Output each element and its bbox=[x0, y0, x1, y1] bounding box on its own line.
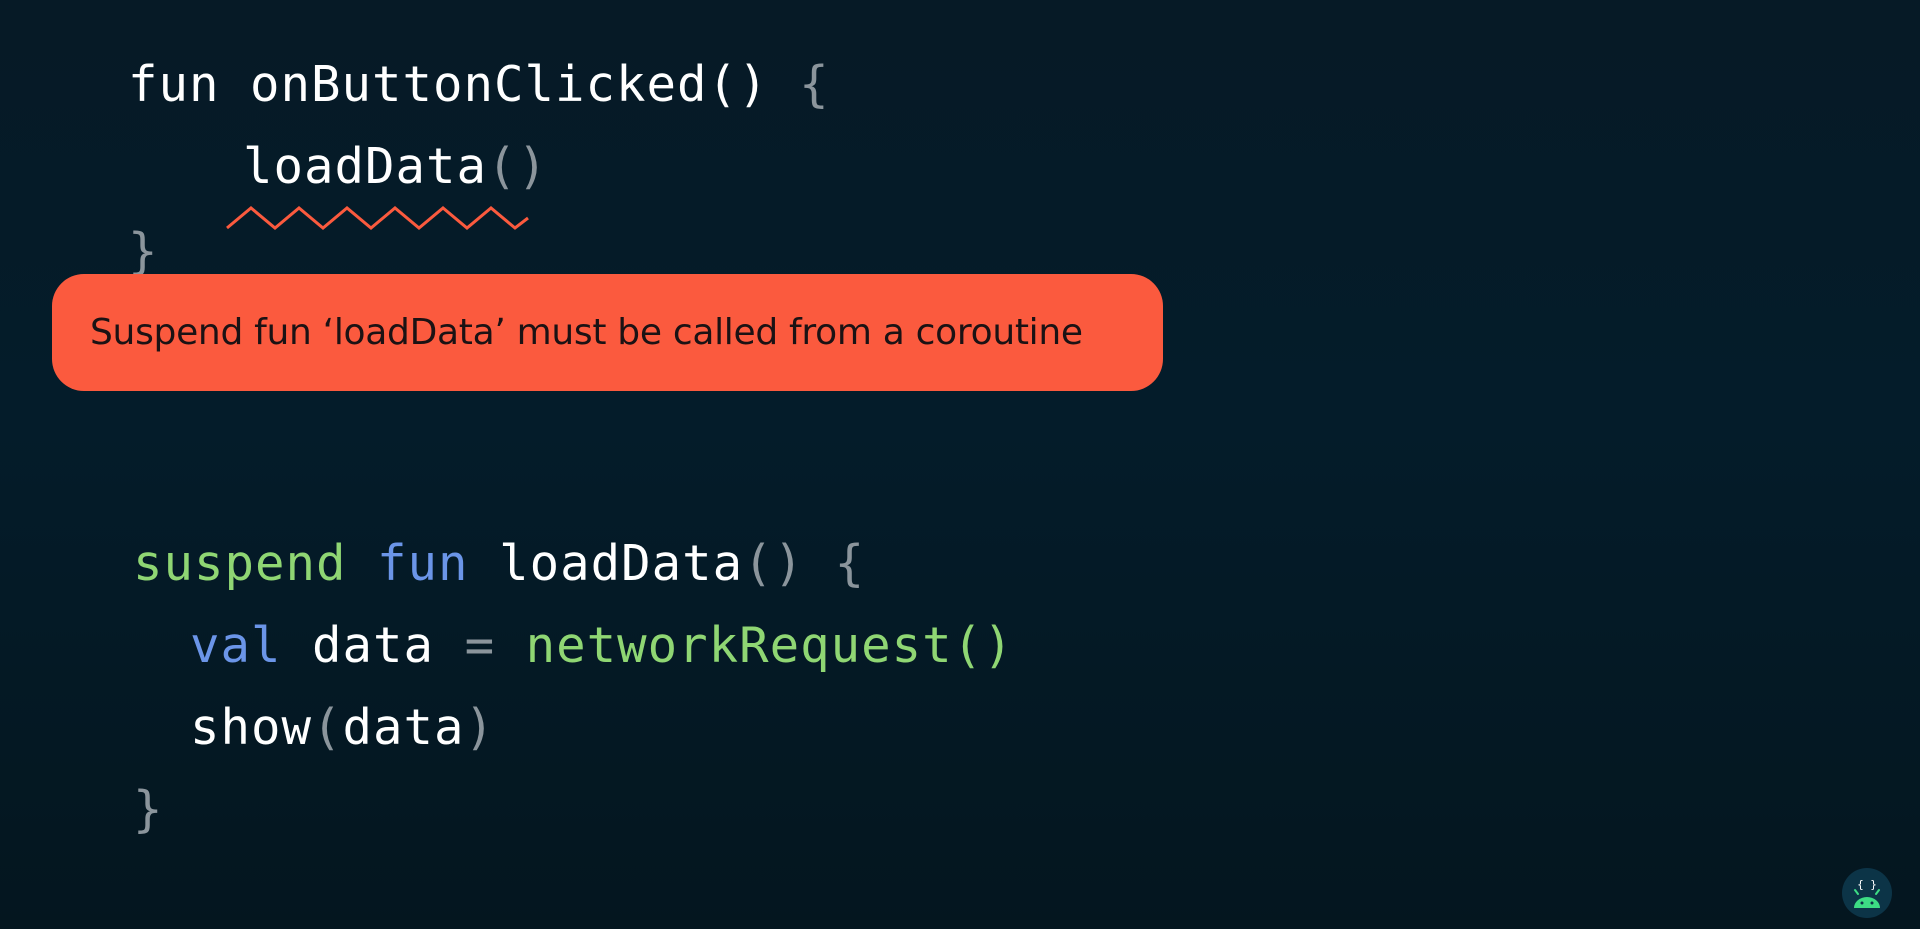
open-brace: { bbox=[799, 56, 830, 113]
error-message: Suspend fun ‘loadData’ must be called fr… bbox=[90, 312, 1083, 353]
open-paren: ( bbox=[312, 699, 343, 756]
code-line-7: } bbox=[133, 780, 164, 840]
keyword-fun: fun bbox=[377, 535, 469, 592]
keyword-fun: fun bbox=[128, 56, 220, 113]
code-line-4: suspend fun loadData() { bbox=[133, 534, 865, 594]
close-brace: } bbox=[133, 781, 164, 838]
open-brace: { bbox=[834, 535, 866, 592]
function-name: loadData bbox=[499, 535, 744, 592]
error-squiggle bbox=[226, 206, 529, 230]
android-code-icon: { } bbox=[1842, 868, 1892, 918]
badge-glyph: { } bbox=[1857, 878, 1877, 891]
code-line-1: fun onButtonClicked() { bbox=[128, 55, 830, 115]
function-call: loadData bbox=[243, 138, 488, 195]
function-call: show bbox=[190, 699, 313, 756]
keyword-val: val bbox=[190, 617, 282, 674]
function-name: onButtonClicked() bbox=[250, 56, 769, 113]
keyword-suspend: suspend bbox=[133, 535, 347, 592]
android-badge-graphic: { } bbox=[1842, 868, 1892, 918]
code-line-3: } bbox=[128, 222, 159, 282]
function-call: networkRequest() bbox=[525, 617, 1014, 674]
code-line-5: val data = networkRequest() bbox=[190, 616, 1014, 676]
parentheses: () bbox=[487, 138, 549, 195]
code-line-6: show(data) bbox=[190, 698, 495, 758]
close-paren: ) bbox=[464, 699, 496, 756]
parentheses: () bbox=[743, 535, 805, 592]
close-brace: } bbox=[128, 223, 159, 280]
assignment-operator: = bbox=[464, 617, 496, 674]
argument: data bbox=[342, 699, 465, 756]
code-line-2: loadData() bbox=[243, 137, 548, 197]
error-tooltip: Suspend fun ‘loadData’ must be called fr… bbox=[52, 274, 1163, 391]
variable-name: data bbox=[312, 617, 435, 674]
